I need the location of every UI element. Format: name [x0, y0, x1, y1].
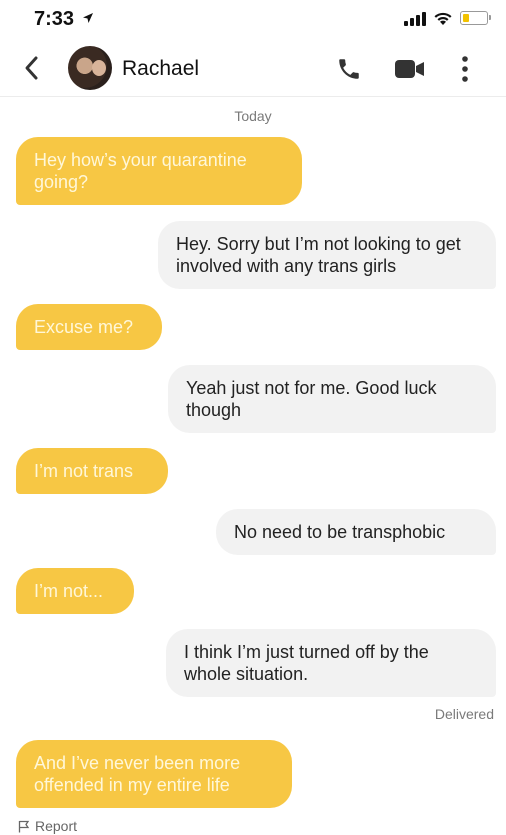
- status-time: 7:33: [34, 8, 94, 31]
- contact-name[interactable]: Rachael: [122, 57, 199, 81]
- back-chevron-icon[interactable]: [22, 54, 40, 82]
- incoming-message-bubble[interactable]: Hey how’s your quarantine going?: [16, 137, 302, 205]
- chat-header: Rachael: [0, 44, 506, 97]
- incoming-message-bubble[interactable]: I’m not trans: [16, 448, 168, 494]
- battery-icon: [460, 11, 491, 25]
- status-icons: [404, 10, 491, 26]
- report-label: Report: [35, 818, 78, 834]
- incoming-message-bubble[interactable]: I’m not...: [16, 568, 134, 614]
- incoming-message-bubble[interactable]: And I’ve never been more offended in my …: [16, 740, 292, 808]
- status-time-text: 7:33: [34, 8, 75, 30]
- cellular-signal-icon: [404, 10, 426, 26]
- outgoing-message-bubble[interactable]: Yeah just not for me. Good luck though: [168, 365, 496, 433]
- wifi-icon: [434, 12, 452, 25]
- day-separator: Today: [234, 108, 272, 124]
- more-options-icon[interactable]: [460, 55, 470, 83]
- phone-call-icon[interactable]: [336, 56, 362, 82]
- outgoing-message-bubble[interactable]: Hey. Sorry but I’m not looking to get in…: [158, 221, 496, 289]
- status-bar: 7:33: [0, 0, 506, 44]
- flag-icon: [18, 820, 30, 832]
- contact-avatar[interactable]: [68, 46, 112, 90]
- location-arrow-icon: [82, 13, 93, 23]
- video-call-icon[interactable]: [394, 58, 426, 80]
- incoming-message-bubble[interactable]: Excuse me?: [16, 304, 162, 350]
- outgoing-message-bubble[interactable]: No need to be transphobic: [216, 509, 496, 555]
- outgoing-message-bubble[interactable]: I think I’m just turned off by the whole…: [166, 629, 496, 697]
- delivered-status: Delivered: [434, 706, 494, 722]
- report-link[interactable]: Report: [18, 818, 77, 834]
